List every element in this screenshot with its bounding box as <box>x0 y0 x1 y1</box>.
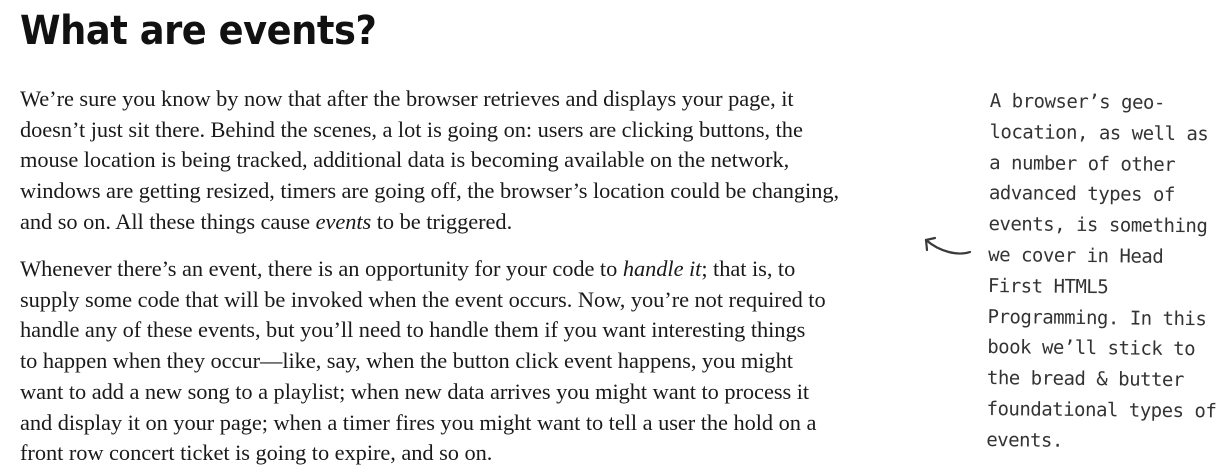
margin-note-line: location, as well as <box>989 120 1209 146</box>
paragraph-1-text: to be triggered. <box>371 208 513 234</box>
curved-arrow-icon <box>924 236 972 255</box>
paragraph-2-line: want to add a new song to a playlist; wh… <box>20 378 810 404</box>
paragraph-2-line: front row concert ticket is going to exp… <box>20 440 493 466</box>
paragraph-1-line: doesn’t just sit there. Behind the scene… <box>20 116 803 142</box>
paragraph-2-line: handle any of these events, but you’ll n… <box>20 317 806 343</box>
margin-note-line: Programming. In this <box>987 305 1207 330</box>
paragraph-1: We’re sure you know by now that after th… <box>20 84 960 238</box>
paragraph-2-text: Whenever there’s an event, there is an o… <box>20 256 623 281</box>
paragraph-1-line: We’re sure you know by now that after th… <box>20 86 794 111</box>
paragraph-1-line: mouse location is being tracked, additio… <box>20 147 790 173</box>
page-title: What are events? <box>20 8 377 54</box>
paragraph-2-line: Whenever there’s an event, there is an o… <box>20 254 960 285</box>
margin-note: A browser’s geo- location, as well as a … <box>986 86 1217 458</box>
paragraph-1-line: windows are getting resized, timers are … <box>20 178 840 204</box>
paragraph-1-text: and so on. All these things cause <box>20 208 316 234</box>
margin-note-line: we cover in Head <box>988 243 1164 268</box>
paragraph-2-line: to happen when they occur—like, say, whe… <box>20 348 793 374</box>
margin-note-line: First HTML5 <box>987 274 1109 299</box>
paragraph-2: Whenever there’s an event, there is an o… <box>20 254 960 469</box>
paragraph-1-line: and so on. All these things cause events… <box>20 207 960 238</box>
margin-note-line: advanced types of <box>988 182 1175 207</box>
paragraph-2-text: ; that is, to <box>701 256 796 281</box>
margin-note-line: events, is something <box>988 213 1208 238</box>
emphasis-events: events <box>315 208 372 234</box>
paragraph-2-line: and display it on your page; when a time… <box>20 409 817 435</box>
margin-note-line: events. <box>986 428 1063 452</box>
margin-note-line: the bread & butter <box>986 367 1184 392</box>
margin-note-line: foundational types of <box>986 397 1217 423</box>
paragraph-2-line: supply some code that will be invoked wh… <box>20 286 826 312</box>
margin-note-line: book we’ll stick to <box>987 336 1196 361</box>
emphasis-handle-it: handle it <box>622 256 702 281</box>
margin-note-line: a number of other <box>989 151 1176 176</box>
margin-note-line: A browser’s geo- <box>989 89 1165 114</box>
